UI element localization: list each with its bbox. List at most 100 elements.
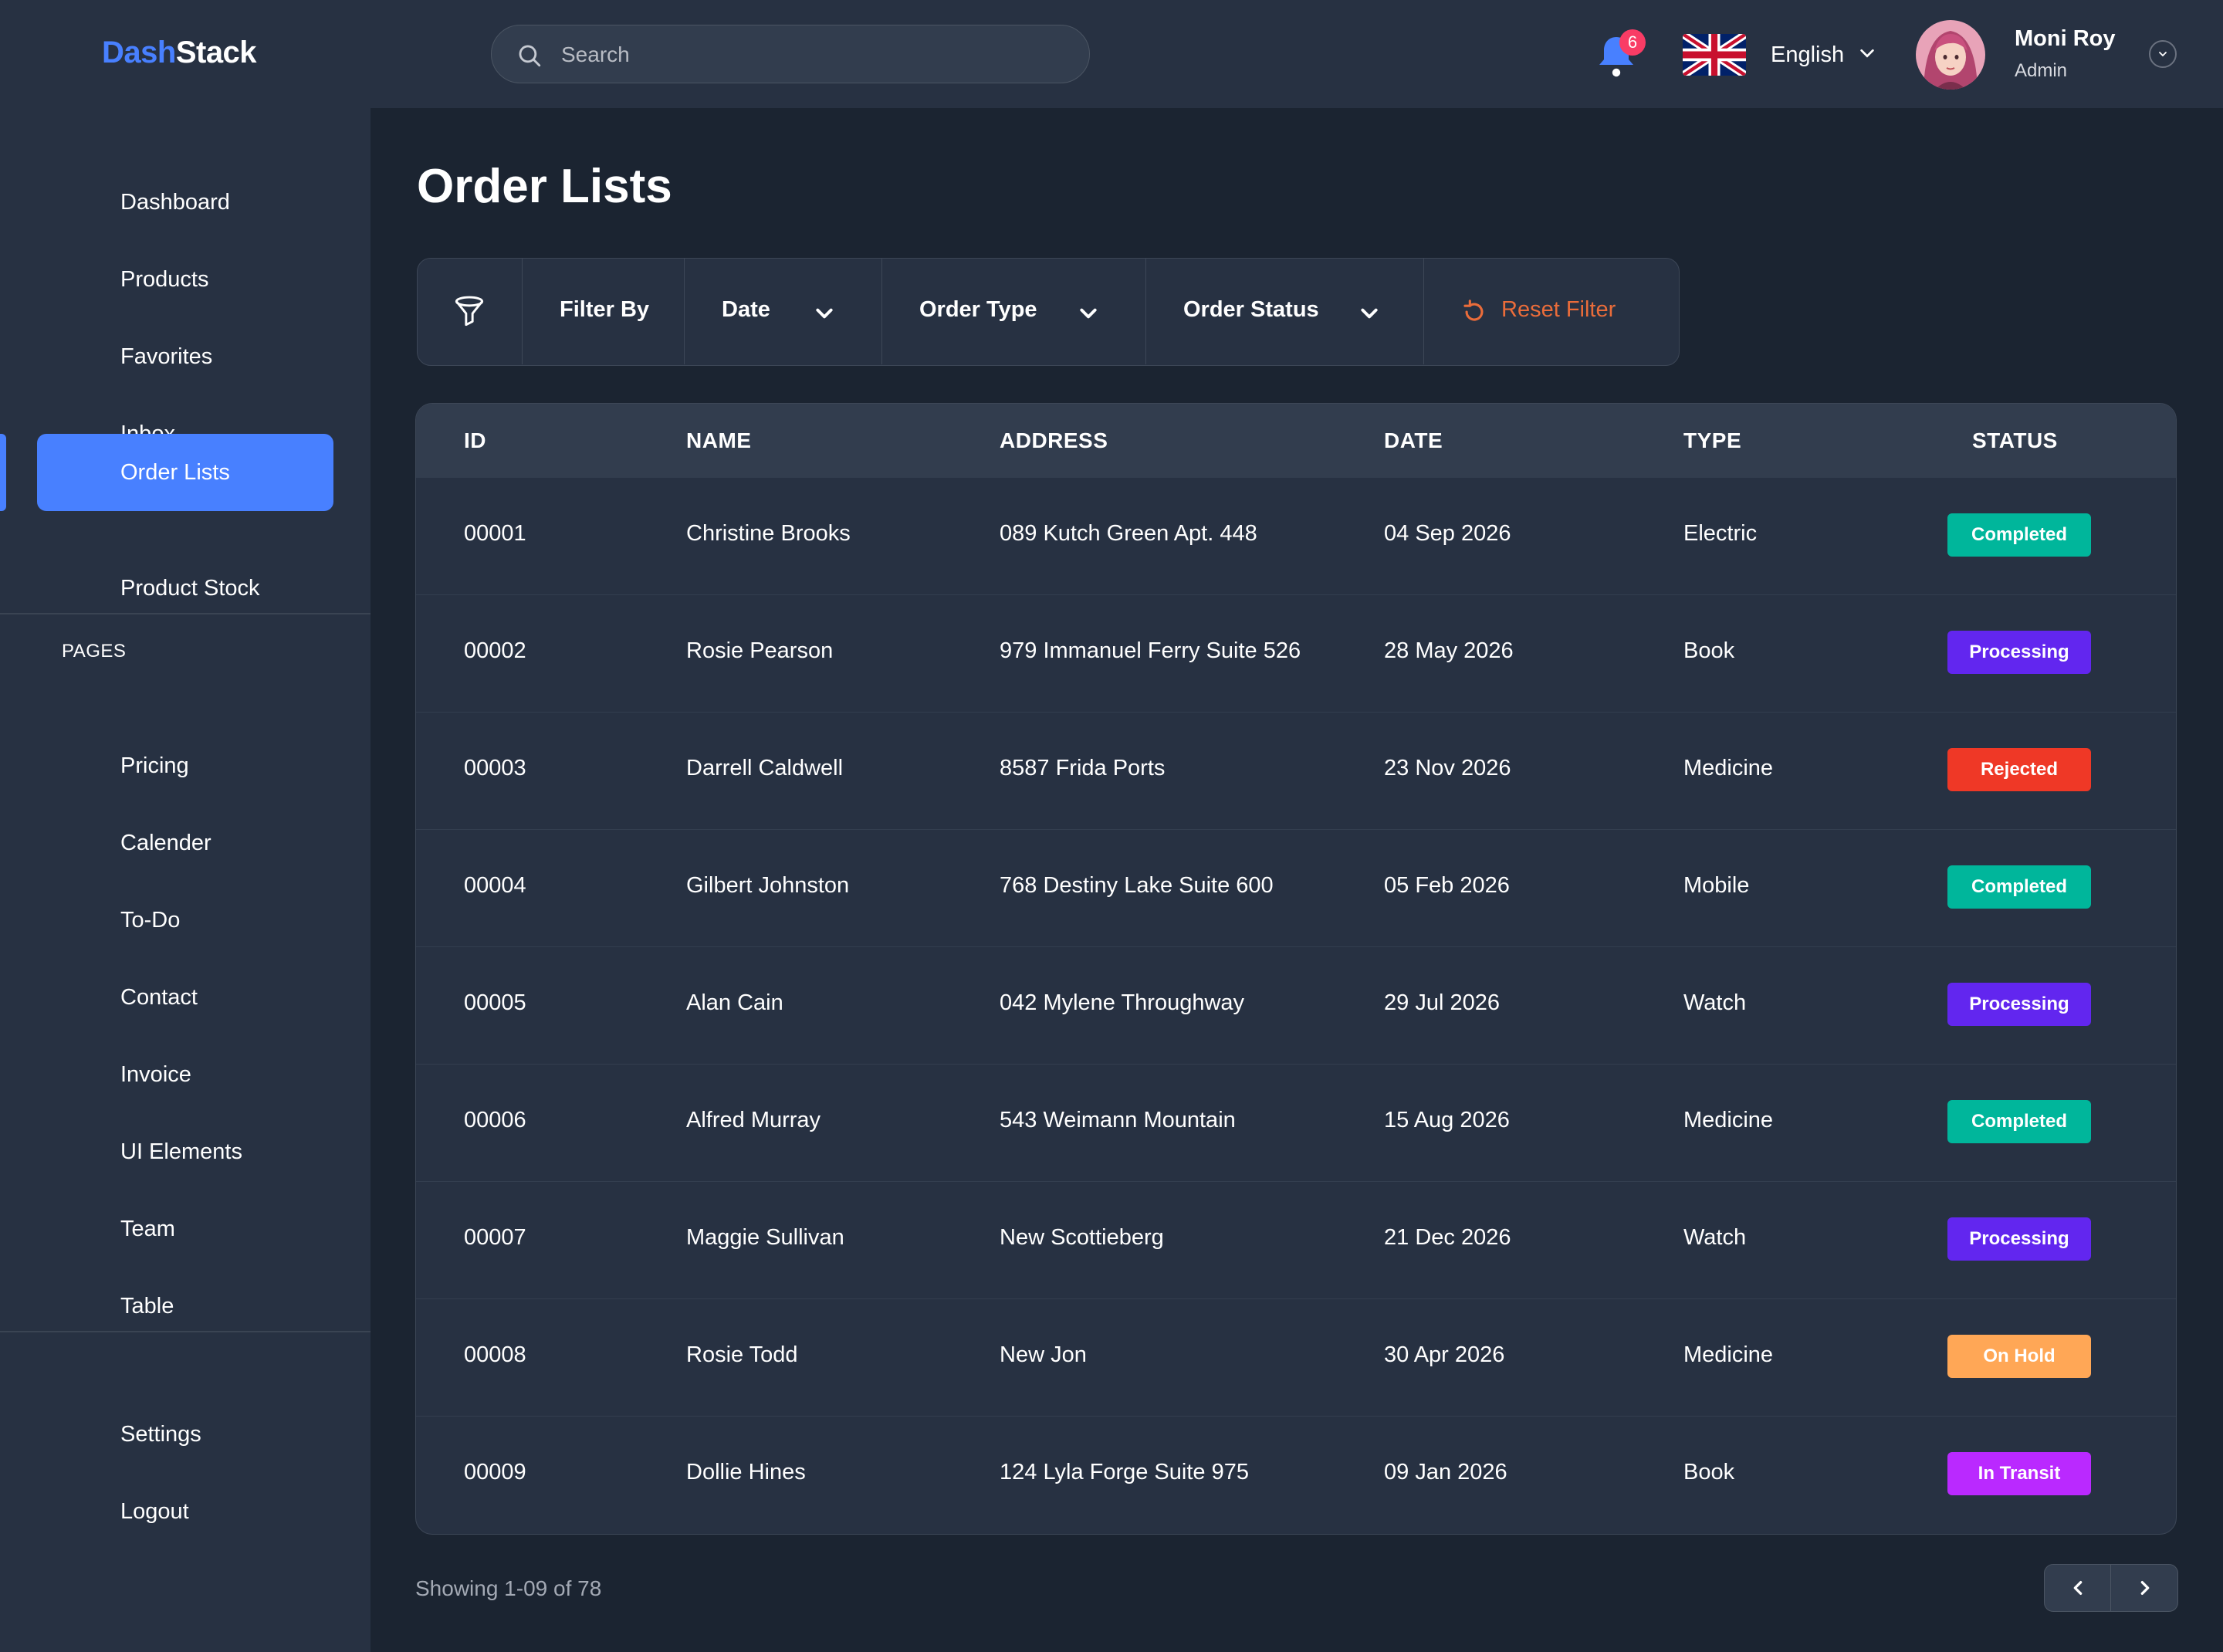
reset-filter-label: Reset Filter <box>1501 297 1616 322</box>
column-header-type[interactable]: TYPE <box>1683 428 1741 453</box>
table-row[interactable]: 00002 Rosie Pearson 979 Immanuel Ferry Sui… <box>416 595 2176 713</box>
sidebar-item-calender[interactable]: Calender <box>37 804 333 882</box>
sidebar-divider <box>0 613 370 614</box>
type-cell: Electric <box>1683 521 1758 546</box>
orders-table: ID NAME ADDRESS DATE TYPE STATUS 00001 Ch… <box>415 403 2177 1535</box>
order-id-cell: 00003 <box>464 756 526 780</box>
sidebar-item-label: Table <box>120 1294 174 1319</box>
table-row[interactable]: 00003 Darrell Caldwell 8587 Frida Ports 23 … <box>416 713 2176 830</box>
date-filter-label: Date <box>722 297 770 322</box>
column-header-name[interactable]: NAME <box>686 428 751 453</box>
search-icon <box>519 45 541 67</box>
status-badge: Processing <box>1947 983 2091 1026</box>
sidebar-item-todo[interactable]: To-Do <box>37 882 333 959</box>
status-badge: Processing <box>1947 631 2091 674</box>
customer-name-cell: Christine Brooks <box>686 521 851 546</box>
address-cell: 8587 Frida Ports <box>1000 756 1166 780</box>
sidebar-item-label: Products <box>120 267 209 292</box>
notification-badge: 6 <box>1619 29 1646 56</box>
date-cell: 29 Jul 2026 <box>1384 990 1500 1015</box>
search-input[interactable]: Search <box>491 25 1090 83</box>
next-page-button[interactable] <box>2112 1565 2177 1611</box>
user-menu-button[interactable] <box>2149 40 2177 68</box>
customer-name-cell: Maggie Sullivan <box>686 1225 844 1250</box>
address-cell: 979 Immanuel Ferry Suite 526 <box>1000 638 1301 663</box>
table-row[interactable]: 00007 Maggie Sullivan New Scottieberg 21 De… <box>416 1182 2176 1299</box>
sidebar-item-invoice[interactable]: Invoice <box>37 1036 333 1113</box>
customer-name-cell: Gilbert Johnston <box>686 873 850 898</box>
column-header-date[interactable]: DATE <box>1384 428 1443 453</box>
sidebar-item-order-lists[interactable]: Order Lists <box>37 434 333 511</box>
customer-name-cell: Rosie Pearson <box>686 638 834 663</box>
type-cell: Book <box>1683 638 1735 663</box>
table-row[interactable]: 00008 Rosie Todd New Jon 30 Apr 2026 Medicin… <box>416 1299 2176 1417</box>
chevron-down-icon <box>816 308 833 319</box>
order-status-filter-dropdown[interactable]: Order Status <box>1146 259 1424 364</box>
type-cell: Watch <box>1683 1225 1747 1250</box>
pagination-summary: Showing 1-09 of 78 <box>415 1576 602 1600</box>
type-cell: Watch <box>1683 990 1747 1015</box>
sidebar-item-product-stock[interactable]: Product Stock <box>37 550 333 627</box>
order-type-filter-dropdown[interactable]: Order Type <box>882 259 1146 364</box>
column-header-id[interactable]: ID <box>464 428 486 453</box>
order-id-cell: 00005 <box>464 990 526 1015</box>
page-title: Order Lists <box>417 160 672 213</box>
date-cell: 05 Feb 2026 <box>1384 873 1510 898</box>
table-row[interactable]: 00009 Dollie Hines 124 Lyla Forge Suite 97… <box>416 1417 2176 1534</box>
column-header-address[interactable]: ADDRESS <box>1000 428 1108 453</box>
table-row[interactable]: 00004 Gilbert Johnston 768 Destiny Lake Su… <box>416 830 2176 947</box>
order-id-cell: 00008 <box>464 1342 526 1367</box>
active-indicator <box>0 434 6 511</box>
avatar[interactable] <box>1916 20 1985 90</box>
filter-by-label-cell: Filter By <box>523 259 685 364</box>
sidebar-item-ui-elements[interactable]: UI Elements <box>37 1113 333 1190</box>
sidebar-item-table[interactable]: Table <box>37 1268 333 1345</box>
language-label[interactable]: English <box>1771 42 1844 68</box>
date-cell: 23 Nov 2026 <box>1384 756 1511 780</box>
user-role: Admin <box>2015 60 2068 81</box>
sidebar-item-label: Team <box>120 1217 175 1241</box>
address-cell: New Scottieberg <box>1000 1225 1164 1250</box>
table-row[interactable]: 00001 Christine Brooks 089 Kutch Green Apt… <box>416 478 2176 595</box>
uk-flag-icon[interactable] <box>1683 34 1746 76</box>
customer-name-cell: Darrell Caldwell <box>686 756 844 780</box>
table-header: ID NAME ADDRESS DATE TYPE STATUS <box>416 404 2176 478</box>
status-badge: Processing <box>1947 1217 2091 1261</box>
reset-filter-button[interactable]: Reset Filter <box>1424 259 1679 364</box>
sidebar-item-team[interactable]: Team <box>37 1190 333 1268</box>
chevron-down-icon <box>1080 308 1097 319</box>
status-badge: Rejected <box>1947 748 2091 791</box>
customer-name-cell: Dollie Hines <box>686 1460 806 1484</box>
type-cell: Medicine <box>1683 1342 1774 1367</box>
date-cell: 30 Apr 2026 <box>1384 1342 1505 1367</box>
sidebar-item-label: Favorites <box>120 344 213 369</box>
status-badge: Completed <box>1947 1100 2091 1143</box>
sidebar-item-settings[interactable]: Settings <box>37 1396 333 1473</box>
sidebar-item-contact[interactable]: Contact <box>37 959 333 1036</box>
sidebar-item-label: Product Stock <box>120 576 260 601</box>
table-row[interactable]: 00005 Alan Cain 042 Mylene Throughway 29 Ju… <box>416 947 2176 1065</box>
status-badge: Completed <box>1947 513 2091 557</box>
sidebar-item-logout[interactable]: Logout <box>37 1473 333 1550</box>
column-header-status[interactable]: STATUS <box>1972 428 2058 453</box>
table-row[interactable]: 00006 Alfred Murray 543 Weimann Mountain 15… <box>416 1065 2176 1182</box>
sidebar-item-favorites[interactable]: Favorites <box>37 318 333 395</box>
address-cell: 543 Weimann Mountain <box>1000 1108 1236 1132</box>
sidebar-item-dashboard[interactable]: Dashboard <box>37 164 333 241</box>
date-filter-dropdown[interactable]: Date <box>685 259 882 364</box>
order-type-filter-label: Order Type <box>919 297 1037 322</box>
sidebar-item-pricing[interactable]: Pricing <box>37 727 333 804</box>
sidebar-item-products[interactable]: Products <box>37 241 333 318</box>
status-badge: In Transit <box>1947 1452 2091 1495</box>
filter-funnel-icon <box>455 296 484 327</box>
sidebar-item-label: Settings <box>120 1422 201 1447</box>
pagination-controls <box>2044 1564 2178 1612</box>
app-logo[interactable]: DashStack <box>102 36 257 70</box>
previous-page-button[interactable] <box>2045 1565 2111 1611</box>
chevron-down-icon[interactable] <box>1859 45 1876 62</box>
filter-icon-cell[interactable] <box>418 259 523 364</box>
sidebar-item-label: UI Elements <box>120 1139 242 1164</box>
sidebar: Dashboard Products Favorites Inbox Order… <box>0 108 370 1652</box>
search-placeholder: Search <box>561 42 630 66</box>
order-id-cell: 00002 <box>464 638 526 663</box>
